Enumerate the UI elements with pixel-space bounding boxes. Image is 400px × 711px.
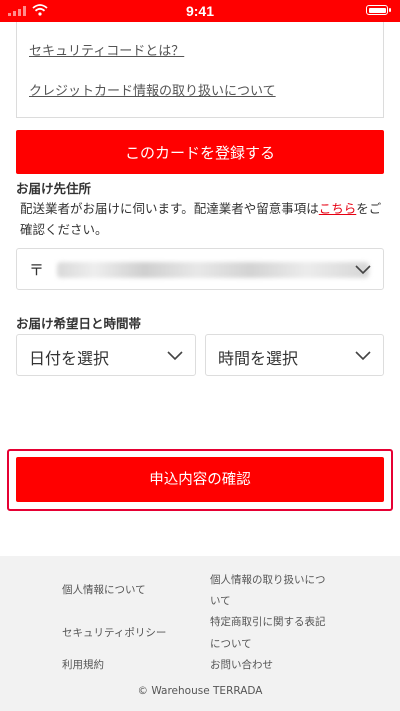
date-select[interactable]: 日付を選択	[16, 334, 196, 376]
delivery-note: 配送業者がお届けに伺います。配達業者や留意事項はこちらをご確認ください。	[20, 198, 382, 240]
confirm-order-button[interactable]: 申込内容の確認	[16, 457, 384, 502]
personal-info-handling-link[interactable]: 個人情報の取り扱いにつ	[210, 572, 326, 587]
status-bar: 9:41	[0, 0, 400, 22]
card-info-handling-link[interactable]: クレジットカード情報の取り扱いについて	[29, 80, 276, 99]
security-code-link[interactable]: セキュリティコードとは？	[29, 40, 184, 59]
commercial-law-link-cont[interactable]: について	[210, 636, 252, 651]
chevron-down-icon	[167, 351, 183, 361]
security-policy-link[interactable]: セキュリティポリシー	[62, 625, 166, 640]
delivery-address-title: お届け先住所	[16, 181, 92, 196]
date-select-label: 日付を選択	[29, 349, 110, 368]
contact-link[interactable]: お問い合わせ	[210, 657, 273, 672]
card-info-box: セキュリティコードとは？ クレジットカード情報の取り扱いについて	[16, 22, 384, 118]
register-card-button[interactable]: このカードを登録する	[16, 130, 384, 174]
terms-link[interactable]: 利用規約	[62, 657, 104, 672]
time-select[interactable]: 時間を選択	[205, 334, 384, 376]
chevron-down-icon	[355, 351, 371, 361]
address-select[interactable]: 〒	[16, 248, 384, 290]
chevron-down-icon	[355, 265, 371, 275]
footer: 個人情報について 個人情報の取り扱いにつ いて セキュリティポリシー 特定商取引…	[0, 556, 400, 711]
privacy-link[interactable]: 個人情報について	[62, 582, 146, 597]
blurred-address	[57, 262, 369, 278]
copyright: © Warehouse TERRADA	[137, 685, 263, 697]
delivery-time-title: お届け希望日と時間帯	[16, 316, 142, 331]
status-time: 9:41	[185, 3, 215, 19]
time-select-label: 時間を選択	[218, 349, 299, 368]
commercial-law-link[interactable]: 特定商取引に関する表記	[210, 614, 326, 629]
delivery-info-link[interactable]: こちら	[319, 201, 357, 216]
battery-icon	[366, 5, 391, 15]
delivery-note-text: 配送業者がお届けに伺います。配達業者や留意事項は	[20, 201, 319, 216]
postal-mark: 〒	[29, 261, 45, 279]
personal-info-handling-link-cont[interactable]: いて	[210, 593, 231, 608]
